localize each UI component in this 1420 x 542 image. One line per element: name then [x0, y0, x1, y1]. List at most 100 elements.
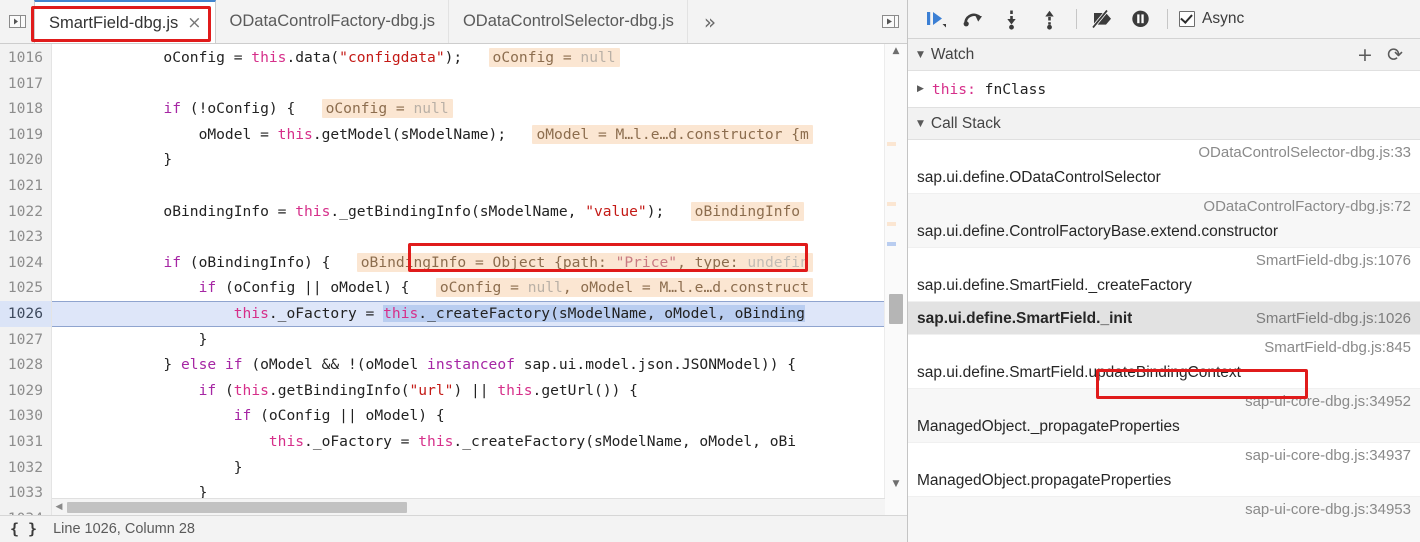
watch-title: Watch: [930, 45, 975, 63]
call-stack-frame[interactable]: SmartField-dbg.js:845 sap.ui.define.Smar…: [908, 335, 1420, 389]
close-icon[interactable]: ×: [187, 14, 201, 32]
line-number: 1021: [7, 176, 43, 194]
step-out-icon[interactable]: [1031, 4, 1069, 34]
call-stack-frame-selected[interactable]: sap.ui.define.SmartField._init SmartFiel…: [908, 302, 1420, 335]
tab-label: SmartField-dbg.js: [49, 13, 179, 32]
code-line-1026-current: this._oFactory = this._createFactory(sMo…: [52, 300, 907, 327]
line-number: 1016: [7, 49, 43, 66]
code-vertical-scrollbar[interactable]: ▲ ▼: [884, 44, 907, 515]
line-number-current: 1026: [0, 300, 51, 327]
line-number: 1019: [7, 125, 43, 143]
step-over-icon[interactable]: [955, 4, 993, 34]
call-stack-frame[interactable]: SmartField-dbg.js:1076 sap.ui.define.Sma…: [908, 248, 1420, 302]
watch-item-value: fnClass: [984, 80, 1047, 98]
vertical-scroll-thumb[interactable]: [889, 294, 903, 324]
watch-item-this[interactable]: ▶ this: fnClass: [908, 78, 1420, 100]
plus-icon[interactable]: +: [1352, 43, 1378, 67]
more-tabs-chevron-icon[interactable]: »: [688, 0, 732, 43]
line-number: 1032: [7, 458, 43, 476]
call-stack-frame[interactable]: ODataControlSelector-dbg.js:33 sap.ui.de…: [908, 140, 1420, 194]
code-lines[interactable]: oConfig = this.data("configdata"); oConf…: [52, 44, 907, 515]
scroll-marker: [887, 222, 896, 226]
async-label: Async: [1202, 10, 1245, 27]
panel-expand-right-icon[interactable]: [873, 0, 907, 43]
code-line-1027: }: [58, 330, 208, 348]
code-line-1029: if (this.getBindingInfo("url") || this.g…: [198, 381, 638, 399]
line-number: 1029: [7, 381, 43, 399]
toolbar-divider: [1167, 9, 1168, 29]
scroll-up-arrow-icon[interactable]: ▲: [885, 46, 907, 64]
step-into-icon[interactable]: [993, 4, 1031, 34]
async-stack-traces-toggle[interactable]: Async: [1179, 10, 1244, 28]
chevron-down-icon[interactable]: ▼: [917, 50, 924, 60]
expand-triangle-icon[interactable]: ▶: [917, 84, 924, 94]
scroll-marker: [887, 202, 896, 206]
scroll-down-arrow-icon[interactable]: ▼: [885, 479, 907, 497]
line-number-gutter: 1016 1017 1018 1019 1020 1021 1022 1023 …: [0, 44, 52, 515]
frame-location: sap-ui-core-dbg.js:34937: [1245, 447, 1411, 464]
code-viewer[interactable]: 1016 1017 1018 1019 1020 1021 1022 1023 …: [0, 44, 907, 515]
line-number: 1017: [7, 74, 43, 92]
scroll-left-arrow-icon[interactable]: ◀: [52, 502, 66, 512]
watch-section-header[interactable]: ▼ Watch + ⟳: [908, 39, 1420, 71]
line-number: 1018: [7, 100, 43, 118]
scroll-marker: [887, 142, 896, 146]
tab-smartfield-dbg-js[interactable]: SmartField-dbg.js ×: [34, 0, 216, 43]
code-horizontal-scrollbar[interactable]: ◀: [52, 498, 885, 515]
chevron-down-icon[interactable]: ▼: [917, 119, 924, 129]
code-line-1020: }: [58, 151, 173, 169]
pause-on-exceptions-icon[interactable]: [1122, 4, 1160, 34]
refresh-icon[interactable]: ⟳: [1382, 43, 1408, 67]
frame-location: sap-ui-core-dbg.js:34952: [1245, 393, 1411, 410]
tab-odatacontrolselector-dbg-js[interactable]: ODataControlSelector-dbg.js: [448, 0, 688, 43]
call-stack-section-header[interactable]: ▼ Call Stack: [908, 108, 1420, 140]
frame-location: SmartField-dbg.js:1026: [1255, 310, 1411, 327]
checkbox-checked-icon[interactable]: [1179, 11, 1195, 27]
watch-item-name: this:: [931, 80, 976, 98]
line-number: 1025: [7, 279, 43, 297]
cursor-position-label: Line 1026, Column 28: [53, 521, 195, 537]
code-line-1018: if (!oConfig) { oConfig = null: [52, 96, 907, 122]
code-line-1031: this._oFactory = this._createFactory(sMo…: [268, 432, 797, 450]
tab-label: ODataControlFactory-dbg.js: [229, 12, 435, 30]
tab-label: ODataControlSelector-dbg.js: [462, 12, 674, 30]
source-editor-pane: SmartField-dbg.js × ODataControlFactory-…: [0, 0, 908, 542]
horizontal-scroll-thumb[interactable]: [67, 501, 407, 513]
line-number: 1020: [7, 151, 43, 169]
frame-location: SmartField-dbg.js:1076: [1255, 252, 1411, 269]
call-stack-list[interactable]: ODataControlSelector-dbg.js:33 sap.ui.de…: [908, 140, 1420, 542]
editor-tab-strip: SmartField-dbg.js × ODataControlFactory-…: [0, 0, 907, 44]
code-line-1030: if (oConfig || oModel) {: [233, 407, 445, 425]
toolbar-divider: [1076, 9, 1077, 29]
devtools-sources-panel: SmartField-dbg.js × ODataControlFactory-…: [0, 0, 1420, 542]
line-number: 1031: [7, 432, 43, 450]
frame-location: ODataControlSelector-dbg.js:33: [1198, 144, 1411, 161]
call-stack-title: Call Stack: [930, 114, 1001, 132]
scroll-marker: [887, 242, 896, 246]
debugger-toolbar: Async: [908, 0, 1420, 39]
code-line-1025: if (oConfig || oModel) { oConfig = null,…: [52, 275, 907, 301]
debugger-sidebar: Async ▼ Watch + ⟳ ▶ this: fnClass ▼ Call…: [908, 0, 1420, 542]
line-number: 1030: [7, 407, 43, 425]
watch-actions: + ⟳: [1352, 43, 1420, 67]
deactivate-breakpoints-icon[interactable]: [1084, 4, 1122, 34]
watch-expressions-list: ▶ this: fnClass: [908, 71, 1420, 108]
tab-odatacontrolfactory-dbg-js[interactable]: ODataControlFactory-dbg.js: [215, 0, 449, 43]
tabstrip-filler: [732, 0, 873, 43]
pretty-print-icon[interactable]: { }: [0, 520, 53, 538]
panel-collapse-left-icon[interactable]: [0, 0, 34, 43]
line-number: 1034: [0, 506, 51, 515]
call-stack-frame[interactable]: ODataControlFactory-dbg.js:72 sap.ui.def…: [908, 194, 1420, 248]
line-number: 1033: [7, 484, 43, 502]
frame-function: sap.ui.define.SmartField._init: [917, 309, 1133, 327]
call-stack-frame[interactable]: sap-ui-core-dbg.js:34952 ManagedObject._…: [908, 389, 1420, 443]
resume-icon[interactable]: [917, 4, 955, 34]
frame-function: sap.ui.define.ODataControlSelector: [917, 169, 1161, 186]
call-stack-frame[interactable]: sap-ui-core-dbg.js:34953: [908, 497, 1420, 542]
frame-location: sap-ui-core-dbg.js:34953: [1245, 501, 1411, 518]
call-stack-frame[interactable]: sap-ui-core-dbg.js:34937 ManagedObject.p…: [908, 443, 1420, 497]
frame-function: ManagedObject._propagateProperties: [917, 418, 1180, 435]
